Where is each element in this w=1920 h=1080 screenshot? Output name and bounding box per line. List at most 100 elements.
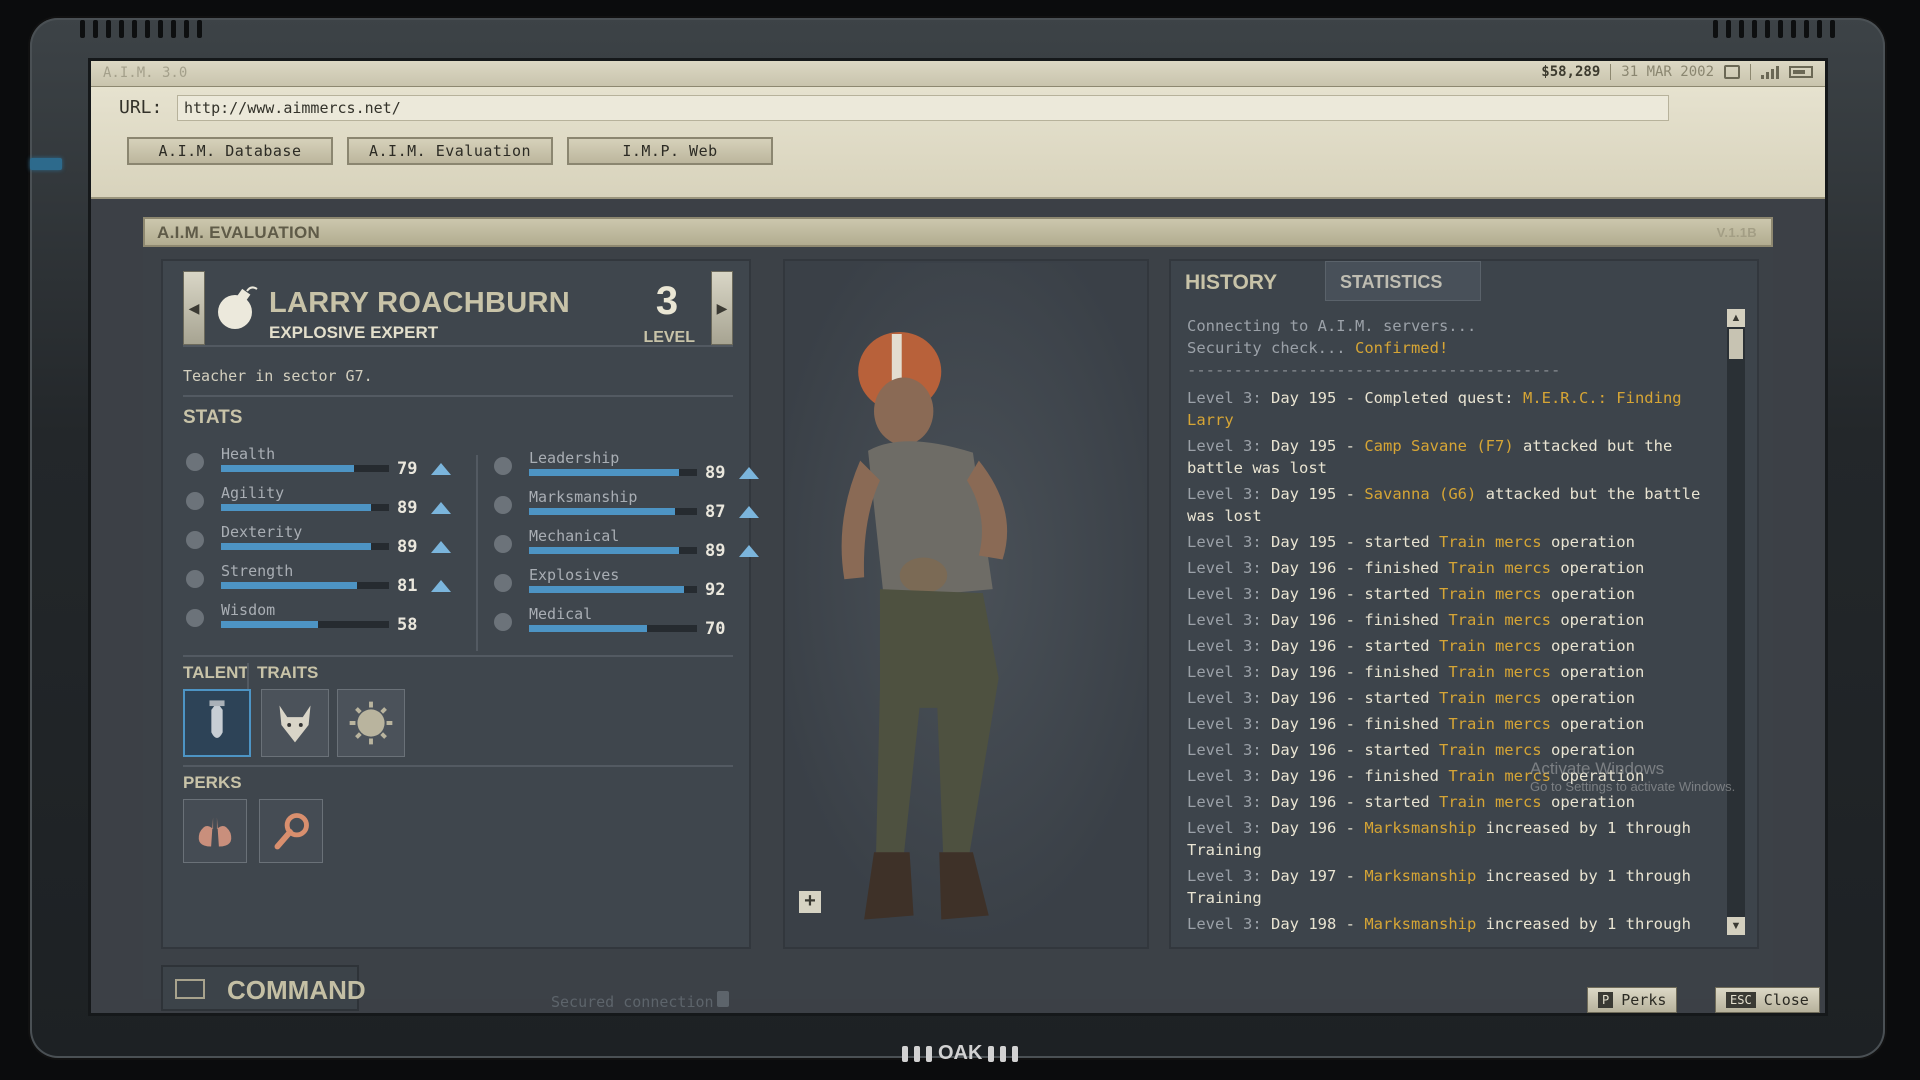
hand-icon [186,531,204,549]
stat-marksmanship: Marksmanship 87 [491,488,759,522]
log-entry: Level 3: Day 195 - started Train mercs o… [1187,533,1635,551]
stat-strength: Strength 81 [183,562,451,596]
log-divider: ---------------------------------------- [1187,361,1561,379]
talent-slot-bomb[interactable] [183,689,251,757]
stat-value: 89 [397,537,418,557]
tab-imp-web[interactable]: I.M.P. Web [567,137,773,165]
stat-health: Health 79 [183,445,451,479]
stat-mechanical: Mechanical 89 [491,527,759,561]
history-pane: HISTORY STATISTICS Connecting to A.I.M. … [1169,259,1759,949]
zoom-plus-button[interactable]: + [799,891,821,913]
increase-arrow-icon [431,463,451,475]
log-entry: Level 3: Day 196 - Marksmanship increase… [1187,819,1691,859]
monitor-frame: A.I.M. 3.0 $58,289 31 MAR 2002 URL: http… [30,18,1885,1064]
stat-bar [221,582,389,589]
wolf-icon [279,705,311,743]
tab-statistics[interactable]: STATISTICS [1325,261,1481,301]
stat-value: 89 [705,463,726,483]
vent-right [1713,20,1835,38]
scroll-up-button[interactable]: ▲ [1727,309,1745,327]
merc-portrait: + [783,259,1149,949]
prev-merc-button[interactable]: ◀ [183,271,205,345]
stat-dexterity: Dexterity 89 [183,523,451,557]
perks-button-label: Perks [1621,991,1667,1009]
medkit-icon [494,613,512,631]
date-display: 31 MAR 2002 [1621,64,1714,80]
perk-slot-lungs[interactable] [183,799,247,863]
stat-agility: Agility 89 [183,484,451,518]
stat-medical: Medical 70 [491,605,725,639]
log-entry: Level 3: Day 198 - Marksmanship increase… [1187,915,1691,933]
command-label: COMMAND [227,975,366,1005]
panel-version: V.1.1B [1716,225,1757,240]
secured-connection: Secured connection [551,993,714,1011]
stat-value: 87 [705,502,726,522]
stat-bar [221,621,389,628]
history-scrollbar[interactable]: ▲ ▼ [1727,309,1745,935]
log-entry: Level 3: Day 195 - Completed quest: M.E.… [1187,389,1682,429]
merc-name: LARRY ROACHBURN [269,287,570,319]
log-entry: Level 3: Day 196 - started Train mercs o… [1187,741,1635,759]
log-entry: Level 3: Day 196 - finished Train mercs … [1187,663,1645,681]
brain-icon [186,609,204,627]
close-button[interactable]: ESC Close [1715,987,1820,1013]
app-version: A.I.M. 3.0 [103,65,188,81]
increase-arrow-icon [431,502,451,514]
talent-title: TALENT [183,663,249,682]
trait-slot-wolf[interactable] [261,689,329,757]
stat-label: Marksmanship [529,488,638,506]
log-security: Security check... [1187,339,1346,357]
tab-history[interactable]: HISTORY [1171,261,1323,301]
money-display: $58,289 [1541,64,1601,80]
tab-aim-evaluation[interactable]: A.I.M. Evaluation [347,137,553,165]
stat-value: 79 [397,459,418,479]
stat-bar [529,625,697,632]
calendar-icon [1724,65,1740,79]
log-entry: Level 3: Day 195 - Savanna (G6) attacked… [1187,485,1701,525]
sea-mine-icon [349,701,393,745]
scroll-down-button[interactable]: ▼ [1727,917,1745,935]
close-key: ESC [1726,992,1756,1008]
signal-icon [1761,65,1779,79]
merc-role: EXPLOSIVE EXPERT [269,323,439,342]
log-connect: Connecting to A.I.M. servers... [1187,317,1477,335]
stat-label: Mechanical [529,527,620,545]
url-field[interactable]: http://www.aimmercs.net/ [177,95,1669,121]
lock-icon [717,991,729,1007]
panel-title: A.I.M. EVALUATION V.1.1B [143,217,1773,247]
merc-info-pane: ◀ LARRY ROACHBURN EXPLOSIVE EXPERT 3 LEV… [161,259,759,949]
crosshair-icon [494,496,512,514]
heart-icon [186,453,204,471]
next-merc-button[interactable]: ▶ [711,271,733,345]
increase-arrow-icon [739,467,759,479]
stat-value: 70 [705,619,726,639]
stat-label: Medical [529,605,593,623]
history-log: Connecting to A.I.M. servers... Security… [1187,315,1721,941]
tab-aim-database[interactable]: A.I.M. Database [127,137,333,165]
lungs-icon [198,817,232,847]
log-entry: Level 3: Day 196 - started Train mercs o… [1187,637,1635,655]
stat-wisdom: Wisdom 58 [183,601,417,635]
stat-bar [529,586,697,593]
increase-arrow-icon [739,506,759,518]
log-entry: Level 3: Day 196 - finished Train mercs … [1187,611,1645,629]
screen: A.I.M. 3.0 $58,289 31 MAR 2002 URL: http… [88,58,1828,1016]
command-button[interactable]: COMMAND [161,965,366,1011]
stat-label: Wisdom [221,601,276,619]
browser-bar: URL: http://www.aimmercs.net/ A.I.M. Dat… [91,87,1825,199]
scroll-thumb[interactable] [1729,329,1743,359]
arm-icon [186,570,204,588]
bomb-icon [218,286,258,329]
command-icon [175,979,205,999]
magnifier-icon [274,813,309,850]
perks-button[interactable]: P Perks [1587,987,1678,1013]
perk-slot-magnifier[interactable] [259,799,323,863]
stat-value: 92 [705,580,726,600]
increase-arrow-icon [431,580,451,592]
grenade-icon [494,574,512,592]
merc-bio: Teacher in sector G7. [183,367,373,385]
trait-slot-mine[interactable] [337,689,405,757]
evaluation-panel: A.I.M. EVALUATION V.1.1B ◀ LARRY ROACHBU… [143,217,1820,1013]
status-bar: A.I.M. 3.0 $58,289 31 MAR 2002 [91,61,1825,87]
stat-value: 58 [397,615,418,635]
